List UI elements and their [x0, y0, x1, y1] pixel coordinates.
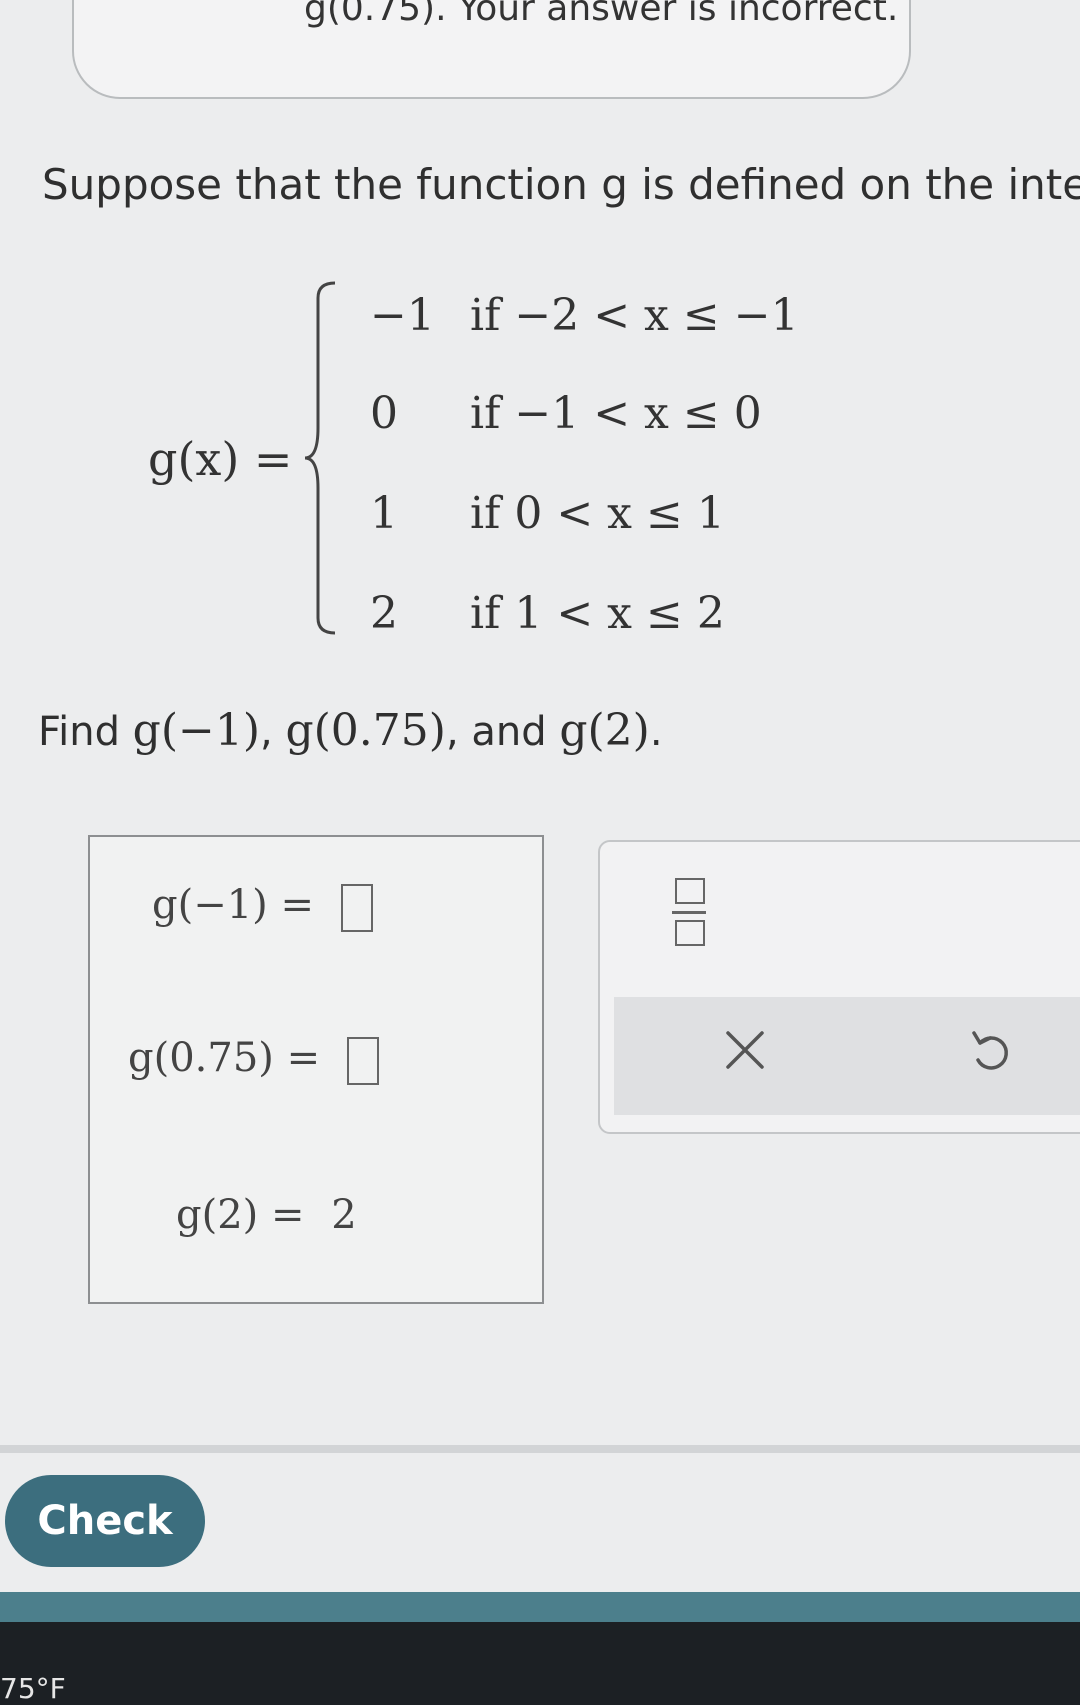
- case-value-4: 2: [370, 588, 398, 639]
- feedback-text: g(0.75). Your answer is incorrect.: [304, 0, 899, 29]
- question-term-c: g(2): [559, 705, 650, 756]
- answer-row-3: g(2) = 2: [176, 1192, 357, 1238]
- piecewise-brace: [304, 281, 336, 635]
- case-condition-4: if 1 < x ≤ 2: [470, 588, 725, 639]
- answer-label-2: g(0.75) =: [128, 1035, 321, 1081]
- answer-row-2: g(0.75) =: [128, 1035, 379, 1085]
- answer-input-1[interactable]: [340, 884, 373, 932]
- question-term-b: g(0.75): [285, 705, 446, 756]
- question-end: .: [649, 709, 663, 755]
- case-condition-2: if −1 < x ≤ 0: [470, 388, 762, 439]
- tool-action-bar: [614, 997, 1080, 1115]
- math-tool-panel: [598, 840, 1080, 1134]
- answer-label-1: g(−1) =: [152, 882, 315, 928]
- check-button[interactable]: Check: [5, 1475, 205, 1567]
- question-sep-1: ,: [260, 709, 273, 755]
- answer-label-3: g(2) =: [176, 1192, 305, 1238]
- clear-icon[interactable]: [722, 1027, 768, 1073]
- answer-panel: g(−1) = g(0.75) = g(2) = 2: [88, 835, 544, 1304]
- page-footer-band: [0, 1592, 1080, 1622]
- os-taskbar: [0, 1622, 1080, 1705]
- feedback-box: g(0.75). Your answer is incorrect.: [72, 0, 911, 99]
- answer-input-2[interactable]: [346, 1037, 379, 1085]
- section-divider: [0, 1445, 1080, 1453]
- undo-icon[interactable]: [966, 1027, 1016, 1077]
- fraction-icon[interactable]: [672, 878, 706, 948]
- case-value-2: 0: [370, 388, 398, 439]
- case-value-1: −1: [370, 290, 435, 341]
- function-lhs: g(x) =: [148, 432, 293, 486]
- question-text: Find g(−1), g(0.75), and g(2).: [38, 705, 663, 756]
- weather-readout[interactable]: 75°F: [0, 1672, 66, 1705]
- answer-row-1: g(−1) =: [152, 882, 373, 932]
- case-condition-1: if −2 < x ≤ −1: [470, 290, 799, 341]
- question-sep-2: , and: [445, 709, 547, 755]
- question-term-a: g(−1): [132, 705, 261, 756]
- question-prefix: Find: [38, 709, 120, 755]
- case-condition-3: if 0 < x ≤ 1: [470, 488, 725, 539]
- problem-prompt: Suppose that the function g is defined o…: [42, 160, 1080, 209]
- answer-input-3[interactable]: 2: [331, 1192, 356, 1238]
- case-value-3: 1: [370, 488, 398, 539]
